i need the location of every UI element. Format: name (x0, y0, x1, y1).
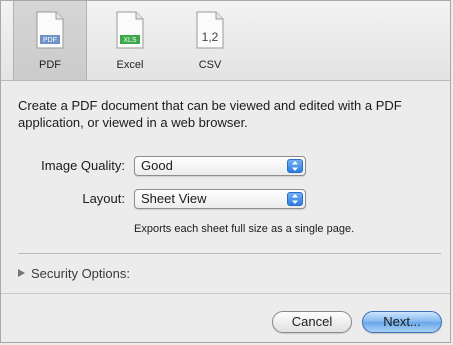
tab-excel[interactable]: XLS Excel (93, 1, 167, 80)
tab-csv[interactable]: 1,2 CSV (173, 1, 247, 80)
image-quality-label: Image Quality: (41, 158, 125, 173)
export-dialog: PDF PDF XLS Excel 1,2 CSV Create a PDF d… (0, 0, 451, 343)
popup-arrows-icon (287, 159, 303, 173)
layout-value: Sheet View (141, 191, 207, 206)
tab-excel-label: Excel (116, 59, 144, 71)
image-quality-value: Good (141, 158, 173, 173)
divider (18, 253, 441, 254)
security-options-disclosure[interactable]: Security Options: (18, 265, 130, 281)
pdf-icon-text: PDF (43, 37, 57, 44)
layout-label: Layout: (82, 191, 125, 206)
tab-pdf[interactable]: PDF PDF (13, 1, 87, 80)
tab-csv-label: CSV (198, 59, 222, 71)
pdf-document-icon: PDF (35, 11, 65, 54)
button-bar-separator (1, 293, 450, 294)
excel-icon-text: XLS (123, 37, 137, 44)
tab-pdf-label: PDF (39, 59, 61, 71)
disclosure-triangle-icon (18, 265, 25, 280)
next-button[interactable]: Next... (362, 311, 442, 333)
popup-arrows-icon (287, 192, 303, 206)
layout-popup[interactable]: Sheet View (134, 189, 306, 209)
format-toolbar: PDF PDF XLS Excel 1,2 CSV (1, 1, 450, 81)
csv-document-icon: 1,2 (195, 11, 225, 54)
layout-note: Exports each sheet full size as a single… (134, 223, 355, 235)
cancel-button[interactable]: Cancel (272, 311, 352, 333)
format-description: Create a PDF document that can be viewed… (18, 98, 402, 130)
image-quality-popup[interactable]: Good (134, 156, 306, 176)
security-options-label: Security Options: (31, 266, 130, 281)
csv-icon-text: 1,2 (202, 30, 219, 44)
excel-document-icon: XLS (115, 11, 145, 54)
